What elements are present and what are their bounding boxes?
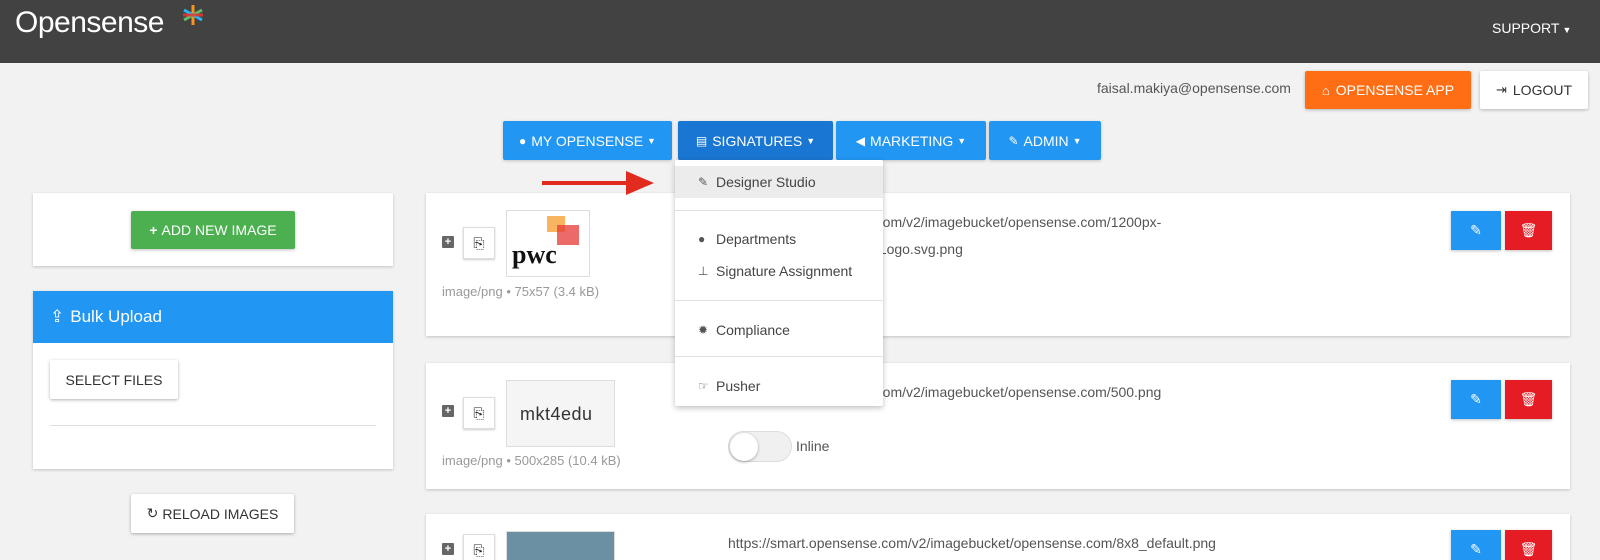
caret-down-icon: ▼ xyxy=(806,135,816,146)
edit-icon: ✎ xyxy=(1470,391,1482,407)
trash-icon: 🗑 xyxy=(1519,541,1538,557)
opensense-app-label: OPENSENSE APP xyxy=(1335,82,1455,98)
bulk-upload-title: Bulk Upload xyxy=(70,307,162,326)
signatures-dropdown-menu: ✎ Designer Studio ● Departments ⊥ Signat… xyxy=(675,160,883,406)
sitemap-icon: ⊥ xyxy=(698,264,709,278)
copy-button[interactable]: ⎘ xyxy=(463,227,495,259)
id-card-icon: ▤ xyxy=(695,133,708,148)
wrench-icon: ✎ xyxy=(1008,133,1019,148)
dropdown-item-signature-assignment[interactable]: ⊥ Signature Assignment xyxy=(675,255,883,287)
delete-button[interactable]: 🗑 xyxy=(1505,530,1552,560)
pwc-logo-block xyxy=(557,225,579,245)
select-files-button[interactable]: SELECT FILES xyxy=(50,360,178,399)
sign-out-icon: ⇥ xyxy=(1495,82,1507,97)
toggle-knob xyxy=(730,433,758,461)
logout-label: LOGOUT xyxy=(1512,82,1573,98)
edit-icon: ✎ xyxy=(1470,222,1482,238)
divider xyxy=(675,356,883,357)
expand-icon[interactable]: + xyxy=(442,543,454,555)
image-meta: image/png • 500x285 (10.4 kB) xyxy=(442,453,621,468)
refresh-icon: ↻ xyxy=(146,505,159,521)
nav-my-opensense[interactable]: ● MY OPENSENSE ▼ xyxy=(503,121,672,160)
caret-down-icon: ▼ xyxy=(957,135,967,146)
divider xyxy=(675,300,883,301)
dropdown-item-label: Compliance xyxy=(716,322,790,338)
brush-icon: ✎ xyxy=(698,175,709,189)
divider xyxy=(675,210,883,211)
trash-icon: 🗑 xyxy=(1519,391,1538,407)
opensense-logo[interactable]: Opensense xyxy=(15,6,164,40)
support-menu[interactable]: SUPPORT ▼ xyxy=(1492,20,1571,36)
upload-icon: ⇪ xyxy=(50,307,65,326)
trash-icon: 🗑 xyxy=(1519,222,1538,238)
nav-marketing-label: MARKETING xyxy=(870,132,954,149)
thumbnail-text: pwc xyxy=(512,240,557,269)
image-thumbnail[interactable]: mkt4edu xyxy=(506,380,615,447)
support-label: SUPPORT xyxy=(1492,20,1560,36)
bullhorn-icon: ◀ xyxy=(855,133,866,148)
opensense-app-button[interactable]: ⌂ OPENSENSE APP xyxy=(1305,71,1471,109)
expand-icon[interactable]: + xyxy=(442,236,454,248)
reload-images-label: RELOAD IMAGES xyxy=(162,505,279,522)
user-icon: ● xyxy=(519,133,527,148)
dropdown-item-designer-studio[interactable]: ✎ Designer Studio xyxy=(675,166,883,198)
top-navbar: Opensense SUPPORT ▼ xyxy=(0,0,1600,63)
edit-icon: ✎ xyxy=(1470,541,1482,557)
add-new-image-button[interactable]: + ADD NEW IMAGE xyxy=(131,211,295,249)
red-arrow-annotation xyxy=(542,171,654,195)
copy-button[interactable]: ⎘ xyxy=(463,397,495,429)
expand-icon[interactable]: + xyxy=(442,405,454,417)
clipboard-icon: ⎘ xyxy=(473,234,485,251)
copy-button[interactable]: ⎘ xyxy=(463,534,495,560)
image-thumbnail[interactable]: pwc xyxy=(506,210,590,277)
certificate-icon: ✹ xyxy=(698,323,709,337)
nav-signatures-label: SIGNATURES xyxy=(712,132,803,149)
nav-admin-label: ADMIN xyxy=(1023,132,1069,149)
edit-button[interactable]: ✎ xyxy=(1451,380,1501,419)
clipboard-icon: ⎘ xyxy=(473,541,485,558)
inline-toggle-label: Inline xyxy=(796,438,830,454)
thumbnail-text: mkt4edu xyxy=(520,404,593,424)
image-meta: image/png • 75x57 (3.4 kB) xyxy=(442,284,600,299)
delete-button[interactable]: 🗑 xyxy=(1505,380,1552,419)
reload-images-button[interactable]: ↻ RELOAD IMAGES xyxy=(131,494,294,533)
clipboard-icon: ⎘ xyxy=(473,404,485,421)
delete-button[interactable]: 🗑 xyxy=(1505,211,1552,250)
nav-marketing[interactable]: ◀ MARKETING ▼ xyxy=(836,121,986,160)
dropdown-item-pusher[interactable]: ☞ Pusher xyxy=(675,370,883,402)
caret-down-icon: ▼ xyxy=(647,135,656,146)
dropdown-item-label: Signature Assignment xyxy=(716,263,853,279)
logout-button[interactable]: ⇥ LOGOUT xyxy=(1480,71,1588,109)
users-icon: ● xyxy=(698,232,706,246)
bulk-upload-header: ⇪ Bulk Upload xyxy=(33,291,393,343)
select-files-label: SELECT FILES xyxy=(65,371,163,388)
image-url: e.com/v2/imagebucket/opensense.com/1200p… xyxy=(864,214,1162,230)
dropdown-item-label: Pusher xyxy=(716,378,761,394)
pointer-icon: ☞ xyxy=(698,379,709,393)
caret-down-icon: ▼ xyxy=(1072,135,1082,146)
home-icon: ⌂ xyxy=(1321,82,1330,98)
edit-button[interactable]: ✎ xyxy=(1451,211,1501,250)
dropdown-item-compliance[interactable]: ✹ Compliance xyxy=(675,314,883,346)
image-thumbnail[interactable] xyxy=(506,531,615,560)
dropdown-item-departments[interactable]: ● Departments xyxy=(675,223,883,255)
logo-star-icon xyxy=(183,5,203,25)
image-url: https://smart.opensense.com/v2/imagebuck… xyxy=(728,535,1216,551)
add-new-image-label: ADD NEW IMAGE xyxy=(161,222,277,238)
plus-icon: + xyxy=(149,222,158,238)
inline-toggle[interactable] xyxy=(728,431,792,462)
divider xyxy=(50,425,376,426)
edit-button[interactable]: ✎ xyxy=(1451,530,1501,560)
caret-down-icon: ▼ xyxy=(1562,25,1572,35)
nav-admin[interactable]: ✎ ADMIN ▼ xyxy=(989,121,1101,160)
nav-my-opensense-label: MY OPENSENSE xyxy=(531,132,644,149)
user-email: faisal.makiya@opensense.com xyxy=(1097,80,1291,96)
image-url: e.com/v2/imagebucket/opensense.com/500.p… xyxy=(864,384,1162,400)
nav-signatures[interactable]: ▤ SIGNATURES ▼ xyxy=(678,121,833,160)
dropdown-item-label: Designer Studio xyxy=(716,174,816,190)
dropdown-item-label: Departments xyxy=(716,231,797,247)
